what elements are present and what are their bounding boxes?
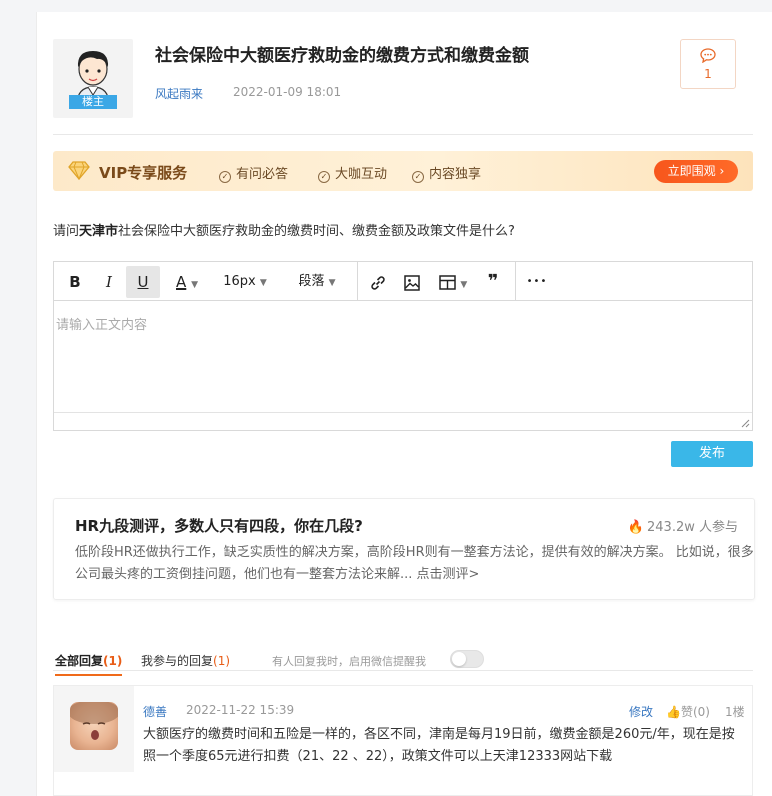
font-color-icon: A — [176, 273, 187, 291]
resize-handle-icon[interactable] — [741, 419, 750, 428]
link-icon — [371, 275, 385, 290]
chevron-down-icon: ▼ — [259, 278, 267, 288]
floor-number: 1楼 — [725, 705, 745, 719]
vip-feature-2: ✓ 大咖互动 — [318, 163, 387, 183]
author-avatar[interactable]: 楼主 — [53, 39, 133, 118]
vip-feature-3: ✓ 内容独享 — [412, 163, 481, 183]
hr-assessment-card[interactable]: HR九段测评，多数人只有四段，你在几段? 🔥 243.2w 人参与 低阶段HR还做… — [53, 498, 755, 600]
comment-count-button[interactable]: 1 — [680, 39, 736, 89]
toolbar-divider — [357, 262, 358, 301]
wechat-notify-label: 有人回复我时，启用微信提醒我 — [272, 655, 426, 668]
vip-feature-1: ✓ 有问必答 — [219, 163, 288, 183]
vip-banner[interactable]: VIP专享服务 ✓ 有问必答 ✓ 大咖互动 ✓ 内容独享 立即围观 › — [53, 151, 753, 191]
comment-count: 1 — [704, 67, 712, 81]
participant-count: 🔥 243.2w 人参与 — [627, 520, 738, 535]
baby-avatar-icon — [70, 702, 118, 740]
wechat-notify-toggle[interactable] — [450, 650, 484, 668]
check-circle-icon: ✓ — [219, 171, 231, 183]
promo-description: 低阶段HR还做执行工作，缺乏实质性的解决方案，高阶段HR则有一整套方法论，提供有… — [75, 545, 754, 582]
reply-username[interactable]: 德善 — [143, 703, 167, 720]
quote-button[interactable]: ❞ — [478, 266, 508, 298]
paragraph-dropdown[interactable]: 段落 ▼ — [284, 266, 350, 298]
tab-all-replies[interactable]: 全部回复(1) — [55, 652, 123, 676]
editor-toolbar: B I U A ▼ 16px ▼ 段落 ▼ ▼ ❞ ••• — [54, 262, 752, 301]
vip-title: VIP专享服务 — [99, 164, 188, 182]
chevron-down-icon: ▼ — [460, 280, 468, 290]
image-icon — [404, 274, 420, 291]
question-city: 天津市 — [79, 224, 119, 239]
reply-avatar[interactable] — [70, 702, 118, 750]
link-button[interactable] — [362, 266, 394, 298]
underline-button[interactable]: U — [126, 266, 160, 298]
bold-button[interactable]: B — [60, 266, 90, 298]
more-icon: ••• — [526, 276, 548, 287]
header-divider — [53, 134, 753, 135]
thumbs-up-icon: 👍 — [666, 705, 681, 719]
post-date: 2022-01-09 18:01 — [233, 85, 342, 99]
editor-placeholder[interactable]: 请输入正文内容 — [56, 314, 147, 333]
tab-my-replies[interactable]: 我参与的回复(1) — [141, 652, 230, 669]
vip-cta-button[interactable]: 立即围观 › — [654, 160, 738, 183]
font-size-dropdown[interactable]: 16px ▼ — [214, 266, 276, 298]
reply-item: 德善 2022-11-22 15:39 修改 👍赞(0) 1楼 大额医疗的缴费时… — [53, 685, 753, 796]
chevron-down-icon: ▼ — [191, 280, 198, 290]
diamond-icon — [68, 161, 90, 180]
chevron-right-icon: › — [719, 164, 725, 178]
tabs-divider — [53, 670, 753, 671]
like-button[interactable]: 👍赞(0) — [666, 703, 710, 720]
toggle-knob — [452, 652, 466, 666]
question-card: 楼主 社会保险中大额医疗救助金的缴费方式和缴费金额 风起雨来 2022-01-0… — [36, 12, 772, 796]
promo-title: HR九段测评，多数人只有四段，你在几段? — [75, 517, 363, 535]
chevron-down-icon: ▼ — [328, 278, 336, 288]
comment-icon — [700, 48, 716, 64]
image-button[interactable] — [396, 266, 428, 298]
reply-avatar-column — [54, 686, 134, 772]
check-circle-icon: ✓ — [412, 171, 424, 183]
author-name[interactable]: 风起雨来 — [155, 85, 203, 102]
quote-icon: ❞ — [487, 271, 499, 292]
more-button[interactable]: ••• — [520, 266, 554, 298]
check-circle-icon: ✓ — [318, 171, 330, 183]
fire-icon: 🔥 — [627, 520, 645, 535]
editor-footer-line — [54, 412, 752, 413]
question-text: 请问天津市社会保险中大额医疗救助金的缴费时间、缴费金额及政策文件是什么? — [53, 224, 515, 239]
italic-button[interactable]: I — [94, 266, 124, 298]
publish-button[interactable]: 发布 — [671, 441, 753, 467]
reply-date: 2022-11-22 15:39 — [186, 703, 295, 717]
op-badge: 楼主 — [69, 95, 117, 109]
table-dropdown[interactable]: ▼ — [432, 266, 474, 298]
font-color-dropdown[interactable]: A ▼ — [164, 266, 210, 298]
table-icon — [438, 275, 456, 290]
toolbar-divider — [515, 262, 516, 301]
reply-content: 大额医疗的缴费时间和五险是一样的，各区不同，津南是每月19日前，缴费金额是260… — [143, 727, 735, 764]
post-title: 社会保险中大额医疗救助金的缴费方式和缴费金额 — [155, 46, 529, 66]
edit-reply-link[interactable]: 修改 — [629, 703, 653, 720]
reply-editor: B I U A ▼ 16px ▼ 段落 ▼ ▼ ❞ ••• 请输入正文内容 — [53, 261, 753, 431]
